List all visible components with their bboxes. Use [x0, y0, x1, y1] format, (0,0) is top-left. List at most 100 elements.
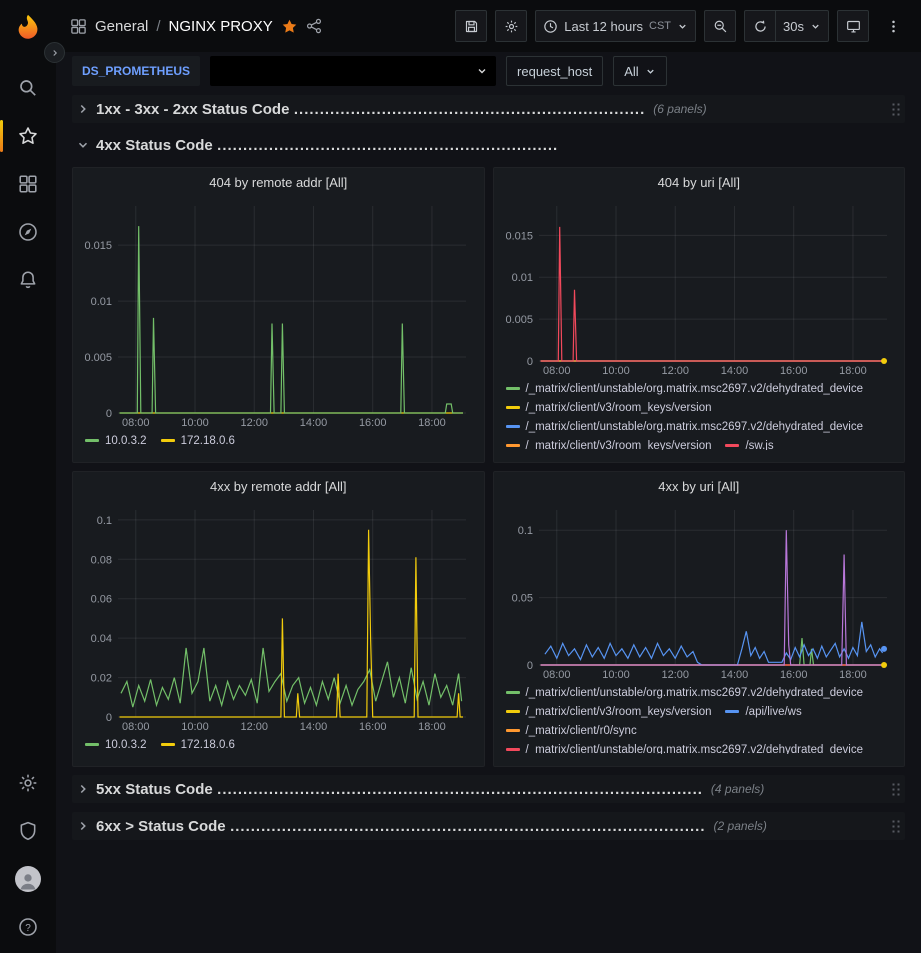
- legend-row: /_matrix/client/v3/room_keys/version/sw.…: [506, 437, 901, 450]
- svg-text:10:00: 10:00: [602, 669, 630, 681]
- legend-row: 10.0.3.2 172.18.0.6: [85, 432, 480, 451]
- svg-text:18:00: 18:00: [839, 365, 867, 377]
- legend-item[interactable]: /api/live/ws: [725, 706, 801, 718]
- time-range-picker[interactable]: Last 12 hours CST: [535, 10, 696, 42]
- row-title-leader: ........................................…: [230, 818, 705, 835]
- panel-title[interactable]: 404 by uri [All]: [494, 168, 905, 198]
- variable-label-datasource[interactable]: DS_PROMETHEUS: [72, 56, 200, 86]
- legend-item[interactable]: /_matrix/client/unstable/org.matrix.msc2…: [506, 383, 864, 395]
- svg-text:10:00: 10:00: [181, 417, 209, 429]
- time-series-chart[interactable]: 08:0010:0012:0014:0016:0018:0000.0050.01…: [80, 198, 476, 430]
- legend-item[interactable]: /sw.js: [725, 440, 773, 450]
- save-dashboard-button[interactable]: [455, 10, 487, 42]
- panel-title[interactable]: 404 by remote addr [All]: [73, 168, 484, 198]
- legend-item[interactable]: 10.0.3.2: [85, 435, 147, 447]
- breadcrumb-folder[interactable]: General: [95, 18, 148, 35]
- row-title: 4xx Status Code: [96, 137, 213, 154]
- legend-item[interactable]: 172.18.0.6: [161, 739, 235, 751]
- svg-text:?: ?: [25, 923, 31, 934]
- svg-text:18:00: 18:00: [418, 417, 446, 429]
- refresh-interval-dropdown[interactable]: 30s: [776, 10, 829, 42]
- sidebar-item-help[interactable]: ?: [0, 903, 56, 951]
- legend-item[interactable]: 10.0.3.2: [85, 739, 147, 751]
- legend-row: /_matrix/client/unstable/org.matrix.msc2…: [506, 741, 901, 754]
- more-options-button[interactable]: [877, 10, 909, 42]
- share-icon[interactable]: [306, 18, 322, 34]
- svg-text:16:00: 16:00: [359, 417, 387, 429]
- sidebar-item-dashboards[interactable]: [0, 160, 56, 208]
- panel-legend: 10.0.3.2 172.18.0.6: [73, 430, 484, 455]
- legend-item[interactable]: /_matrix/client/unstable/org.matrix.msc2…: [506, 421, 864, 433]
- sidebar-item-configuration[interactable]: [0, 759, 56, 807]
- row-title: 6xx > Status Code: [96, 818, 226, 835]
- svg-text:0: 0: [106, 408, 112, 420]
- svg-text:0.1: 0.1: [97, 515, 112, 527]
- bell-icon: [18, 270, 38, 290]
- row-drag-handle[interactable]: [891, 819, 901, 834]
- row-drag-handle[interactable]: [891, 782, 901, 797]
- time-series-chart[interactable]: 08:0010:0012:0014:0016:0018:0000.020.040…: [80, 502, 476, 734]
- svg-text:08:00: 08:00: [543, 365, 571, 377]
- kiosk-mode-button[interactable]: [837, 10, 869, 42]
- panel-title[interactable]: 4xx by uri [All]: [494, 472, 905, 502]
- row-drag-handle[interactable]: [891, 102, 901, 117]
- legend-item[interactable]: /_matrix/client/v3/room_keys/version: [506, 440, 712, 450]
- legend-item[interactable]: 172.18.0.6: [161, 435, 235, 447]
- svg-text:0.02: 0.02: [91, 673, 112, 685]
- svg-text:08:00: 08:00: [543, 669, 571, 681]
- sidebar-nav-bottom: ?: [0, 759, 56, 951]
- time-series-chart[interactable]: 08:0010:0012:0014:0016:0018:0000.050.1: [501, 502, 897, 682]
- search-icon: [18, 78, 38, 98]
- panels-grid: 404 by remote addr [All] 08:0010:0012:00…: [72, 167, 905, 767]
- sidebar-expand-button[interactable]: [44, 42, 65, 63]
- svg-text:0.04: 0.04: [91, 633, 112, 645]
- request-host-label: request_host: [517, 64, 592, 79]
- svg-text:16:00: 16:00: [780, 669, 808, 681]
- sidebar-item-alerting[interactable]: [0, 256, 56, 304]
- compass-icon: [18, 222, 38, 242]
- zoom-out-button[interactable]: [704, 10, 736, 42]
- time-series-chart[interactable]: 08:0010:0012:0014:0016:0018:0000.0050.01…: [501, 198, 897, 378]
- panel-404-by-uri: 404 by uri [All] 08:0010:0012:0014:0016:…: [493, 167, 906, 463]
- row-5xx[interactable]: 5xx Status Code ........................…: [72, 775, 905, 803]
- gear-icon: [504, 19, 519, 34]
- svg-text:14:00: 14:00: [300, 721, 328, 733]
- refresh-icon: [753, 19, 768, 34]
- dashboards-grid-icon: [18, 174, 38, 194]
- chevron-down-icon: [76, 138, 90, 152]
- row-title-leader: ........................................…: [217, 781, 703, 798]
- caret-down-icon: [810, 21, 821, 32]
- sidebar-item-starred[interactable]: [0, 112, 56, 160]
- legend-item[interactable]: /_matrix/client/r0/sync: [506, 725, 637, 737]
- sidebar-item-explore[interactable]: [0, 208, 56, 256]
- panel-title[interactable]: 4xx by remote addr [All]: [73, 472, 484, 502]
- svg-text:10:00: 10:00: [602, 365, 630, 377]
- row-6xx[interactable]: 6xx > Status Code ......................…: [72, 812, 905, 840]
- legend-item[interactable]: /_matrix/client/v3/room_keys/version: [506, 706, 712, 718]
- row-4xx[interactable]: 4xx Status Code ........................…: [72, 131, 905, 159]
- variable-label-request-host[interactable]: request_host: [506, 56, 603, 86]
- dashboard-settings-button[interactable]: [495, 10, 527, 42]
- legend-row: /_matrix/client/v3/room_keys/version: [506, 399, 901, 418]
- star-filled-icon[interactable]: [281, 18, 298, 35]
- chevron-right-icon: [76, 819, 90, 833]
- legend-item[interactable]: /_matrix/client/unstable/org.matrix.msc2…: [506, 687, 864, 699]
- dashboard-title[interactable]: NGINX PROXY: [169, 18, 273, 35]
- request-host-select[interactable]: All: [613, 56, 666, 86]
- svg-text:08:00: 08:00: [122, 417, 150, 429]
- refresh-button[interactable]: [744, 10, 776, 42]
- sidebar-item-search[interactable]: [0, 64, 56, 112]
- svg-text:16:00: 16:00: [780, 365, 808, 377]
- datasource-select[interactable]: [210, 56, 496, 86]
- legend-item[interactable]: /_matrix/client/v3/room_keys/version: [506, 402, 712, 414]
- dashboard-canvas: 1xx - 3xx - 2xx Status Code ............…: [56, 90, 921, 953]
- sidebar-item-server-admin[interactable]: [0, 807, 56, 855]
- legend-item[interactable]: /_matrix/client/unstable/org.matrix.msc2…: [506, 744, 864, 754]
- top-navbar: General / NGINX PROXY Last 12 hours CST: [56, 0, 921, 52]
- refresh-interval-label: 30s: [783, 19, 804, 34]
- star-icon: [18, 126, 38, 146]
- sidebar-item-profile[interactable]: [0, 855, 56, 903]
- row-1xx-3xx-2xx[interactable]: 1xx - 3xx - 2xx Status Code ............…: [72, 95, 905, 123]
- legend-row: /_matrix/client/v3/room_keys/version/api…: [506, 703, 901, 722]
- svg-text:0.015: 0.015: [505, 230, 533, 242]
